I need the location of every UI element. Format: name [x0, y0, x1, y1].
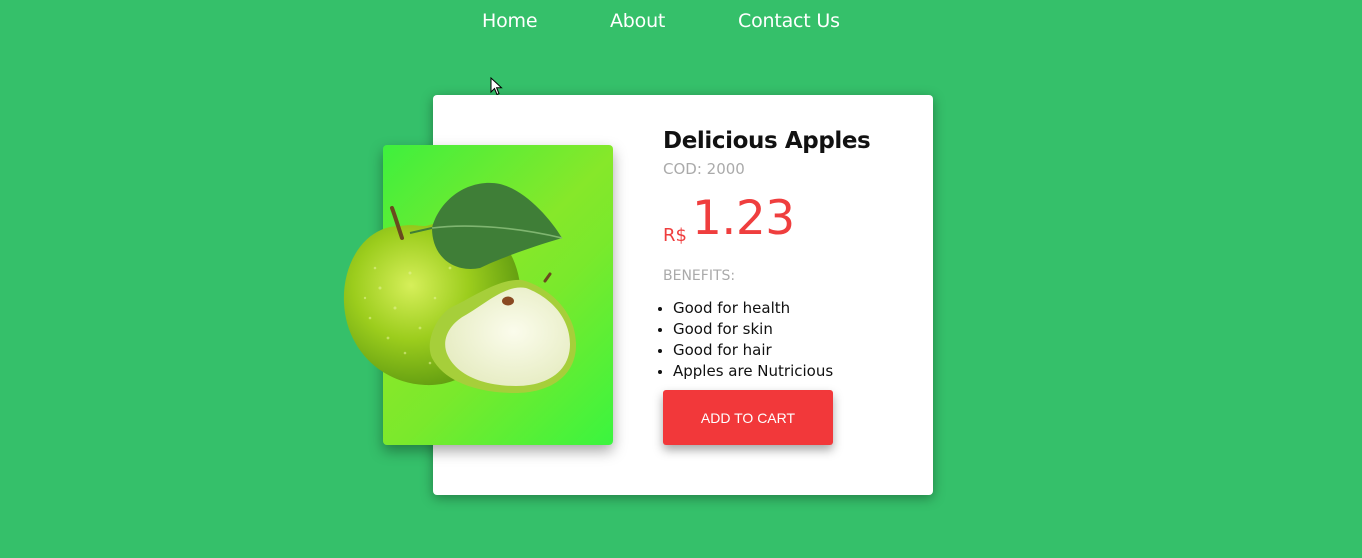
list-item: Apples are Nutricious: [673, 361, 833, 382]
green-apple-image: [343, 182, 577, 393]
mouse-cursor-icon: [490, 77, 503, 96]
list-item: Good for skin: [673, 319, 833, 340]
benefits-heading: BENEFITS:: [663, 268, 736, 284]
product-code: COD: 2000: [663, 160, 745, 178]
list-item: Good for hair: [673, 340, 833, 361]
product-title: Delicious Apples: [663, 128, 871, 154]
top-nav: Home About Contact Us: [0, 10, 1362, 38]
list-item: Good for health: [673, 298, 833, 319]
price-value: 1.23: [692, 191, 795, 246]
nav-about-link[interactable]: About: [610, 10, 665, 32]
nav-home-link[interactable]: Home: [482, 10, 538, 32]
add-to-cart-button[interactable]: ADD TO CART: [663, 390, 833, 445]
price-currency: R$: [663, 225, 687, 246]
nav-contact-link[interactable]: Contact Us: [738, 10, 840, 32]
benefits-list: Good for health Good for skin Good for h…: [673, 298, 833, 382]
